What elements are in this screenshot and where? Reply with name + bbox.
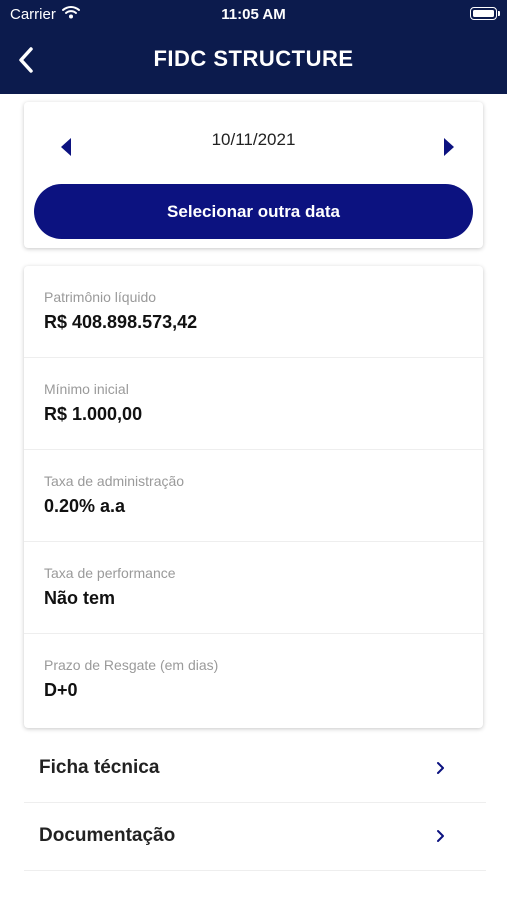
selected-date: 10/11/2021 [211,130,296,149]
chevron-right-icon [437,762,444,774]
status-time: 11:05 AM [221,6,286,23]
fund-info-card: Patrimônio líquido R$ 408.898.573,42 Mín… [24,266,483,728]
page-title: FIDC STRUCTURE [153,46,354,71]
link-label: Documentação [39,825,176,846]
info-label: Taxa de administração [44,473,185,489]
select-other-date-button[interactable]: Selecionar outra data [34,184,473,239]
date-selector-card: 10/11/2021 Selecionar outra data [24,102,483,248]
next-date-icon[interactable] [439,136,459,158]
link-label: Ficha técnica [39,757,160,778]
chevron-right-icon [437,830,444,842]
technical-sheet-link[interactable]: Ficha técnica [24,735,486,803]
info-label: Taxa de performance [44,565,176,581]
info-label: Prazo de Resgate (em dias) [44,657,219,673]
top-bar: Carrier 11:05 AM FIDC STRUCTURE [0,0,507,94]
info-value: D+0 [44,680,78,700]
info-value: 0.20% a.a [44,496,126,516]
info-row-minimum-initial: Mínimo inicial R$ 1.000,00 [24,358,483,450]
battery-icon [470,7,500,20]
status-bar: Carrier 11:05 AM [0,0,507,28]
info-value: R$ 1.000,00 [44,404,143,424]
info-label: Mínimo inicial [44,381,129,397]
info-row-admin-fee: Taxa de administração 0.20% a.a [24,450,483,542]
info-value: R$ 408.898.573,42 [44,312,198,332]
info-value: Não tem [44,588,116,608]
info-row-redemption-term: Prazo de Resgate (em dias) D+0 [24,634,483,726]
info-row-net-assets: Patrimônio líquido R$ 408.898.573,42 [24,266,483,358]
info-label: Patrimônio líquido [44,289,157,305]
documentation-link[interactable]: Documentação [24,803,486,871]
info-row-performance-fee: Taxa de performance Não tem [24,542,483,634]
